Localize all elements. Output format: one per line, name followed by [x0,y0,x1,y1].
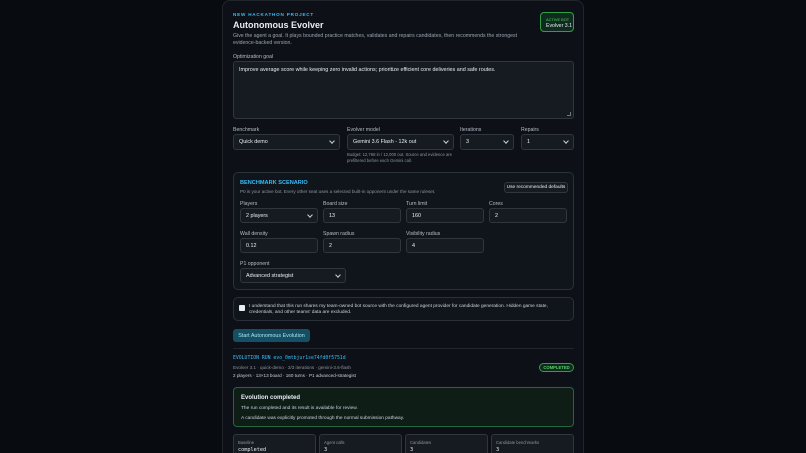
opponent-label: P1 opponent [240,261,270,267]
run-meta-line2: 2 players · 13×13 board · 160 turns · P1… [233,373,356,378]
consent-checkbox[interactable] [239,305,245,311]
visibility-radius-label: Visibility radius [406,231,441,237]
start-evolution-button[interactable]: Start Autonomous Evolution [233,329,310,342]
stat-label: Candidate benchmarks [496,440,540,445]
wall-density-label: Wall density [240,231,268,237]
page-title: Autonomous Evolver [233,20,324,30]
chevron-down-icon [503,138,509,144]
chevron-down-icon [563,138,569,144]
benchmark-value: Quick demo [239,139,268,145]
opponent-select[interactable]: Advanced strategist [240,268,346,283]
stat-value: 3 [496,447,500,453]
model-value: Gemini 3.6 Flash - 12k out [353,139,417,145]
players-select[interactable]: 2 players [240,208,318,223]
stat-value: 3 [324,447,328,453]
result-card: Evolution completed The run completed an… [233,387,574,427]
stat-label: Candidates [410,440,432,445]
stat-agent-calls: Agent calls 3 [319,434,402,453]
benchmark-label: Benchmark [233,127,260,133]
scenario-description: P0 is your active bot. Every other seat … [240,189,436,194]
result-line1: The run completed and its result is avai… [241,406,358,411]
project-eyebrow: NEW HACKATHON PROJECT [233,12,315,17]
visibility-radius-input[interactable]: 4 [406,238,484,253]
chevron-down-icon [307,211,313,218]
repairs-select[interactable]: 1 [521,134,574,150]
stat-label: Baseline [238,440,255,445]
run-status-badge: COMPLETED [539,363,574,372]
result-line2: A candidate was explicitly promoted thro… [241,416,405,421]
chevron-down-icon [335,271,341,278]
goal-label: Optimization goal [233,54,274,60]
chevron-down-icon [443,138,449,144]
scenario-title: BENCHMARK SCENARIO [240,180,308,186]
turn-limit-input[interactable]: 160 [406,208,484,223]
cores-input[interactable]: 2 [489,208,567,223]
stat-value: 3 [410,447,414,453]
active-bot-label: ACTIVE BOT [546,17,570,22]
iterations-value: 3 [466,139,469,145]
model-budget-hint: Budget: 12,768 in / 12,000 out. Source a… [347,152,452,163]
use-recommended-defaults-button[interactable]: Use recommended defaults [504,182,568,193]
scenario-card: BENCHMARK SCENARIO P0 is your active bot… [233,172,574,290]
wall-density-input[interactable]: 0.12 [240,238,318,253]
spawn-radius-label: Spawn radius [323,231,355,237]
goal-text: Improve average score while keeping zero… [239,67,496,73]
stat-candidates: Candidates 3 [405,434,488,453]
chevron-down-icon [329,138,335,144]
stat-value: completed [238,447,267,453]
opponent-value: Advanced strategist [246,272,294,279]
players-label: Players [240,201,258,207]
iterations-label: Iterations [460,127,482,133]
repairs-value: 1 [527,139,530,145]
run-meta-line1: Evolver 3.1 · quick-demo · 3/3 iteration… [233,365,351,370]
goal-textarea[interactable]: Improve average score while keeping zero… [233,61,574,119]
turn-limit-label: Turn limit [406,201,428,207]
players-value: 2 players [246,212,268,219]
model-label: Evolver model [347,127,380,133]
board-size-label: Board size [323,201,348,207]
section-divider [233,348,574,349]
page-description: Give the agent a goal. It plays bounded … [233,33,518,46]
spawn-radius-input[interactable]: 2 [323,238,401,253]
run-id: EVOLUTION RUN evo_0mtbjur1se74fd0f5751d [233,356,346,361]
resize-handle-icon[interactable] [567,112,571,116]
benchmark-select[interactable]: Quick demo [233,134,340,150]
iterations-select[interactable]: 3 [460,134,514,150]
consent-card: I understand that this run shares my tea… [233,297,574,321]
result-title: Evolution completed [241,395,301,401]
repairs-label: Repairs [521,127,539,133]
stat-candidate-benchmarks: Candidate benchmarks 3 [491,434,574,453]
consent-text: I understand that this run shares my tea… [249,304,548,316]
stat-baseline: Baseline completed [233,434,316,453]
model-select[interactable]: Gemini 3.6 Flash - 12k out [347,134,454,150]
evolver-panel: NEW HACKATHON PROJECT Autonomous Evolver… [222,0,584,453]
stat-label: Agent calls [324,440,345,445]
active-bot-value: Evolver 3.1 [546,23,572,29]
board-size-input[interactable]: 13 [323,208,401,223]
cores-label: Cores [489,201,503,207]
active-bot-badge: ACTIVE BOT Evolver 3.1 [540,12,574,32]
